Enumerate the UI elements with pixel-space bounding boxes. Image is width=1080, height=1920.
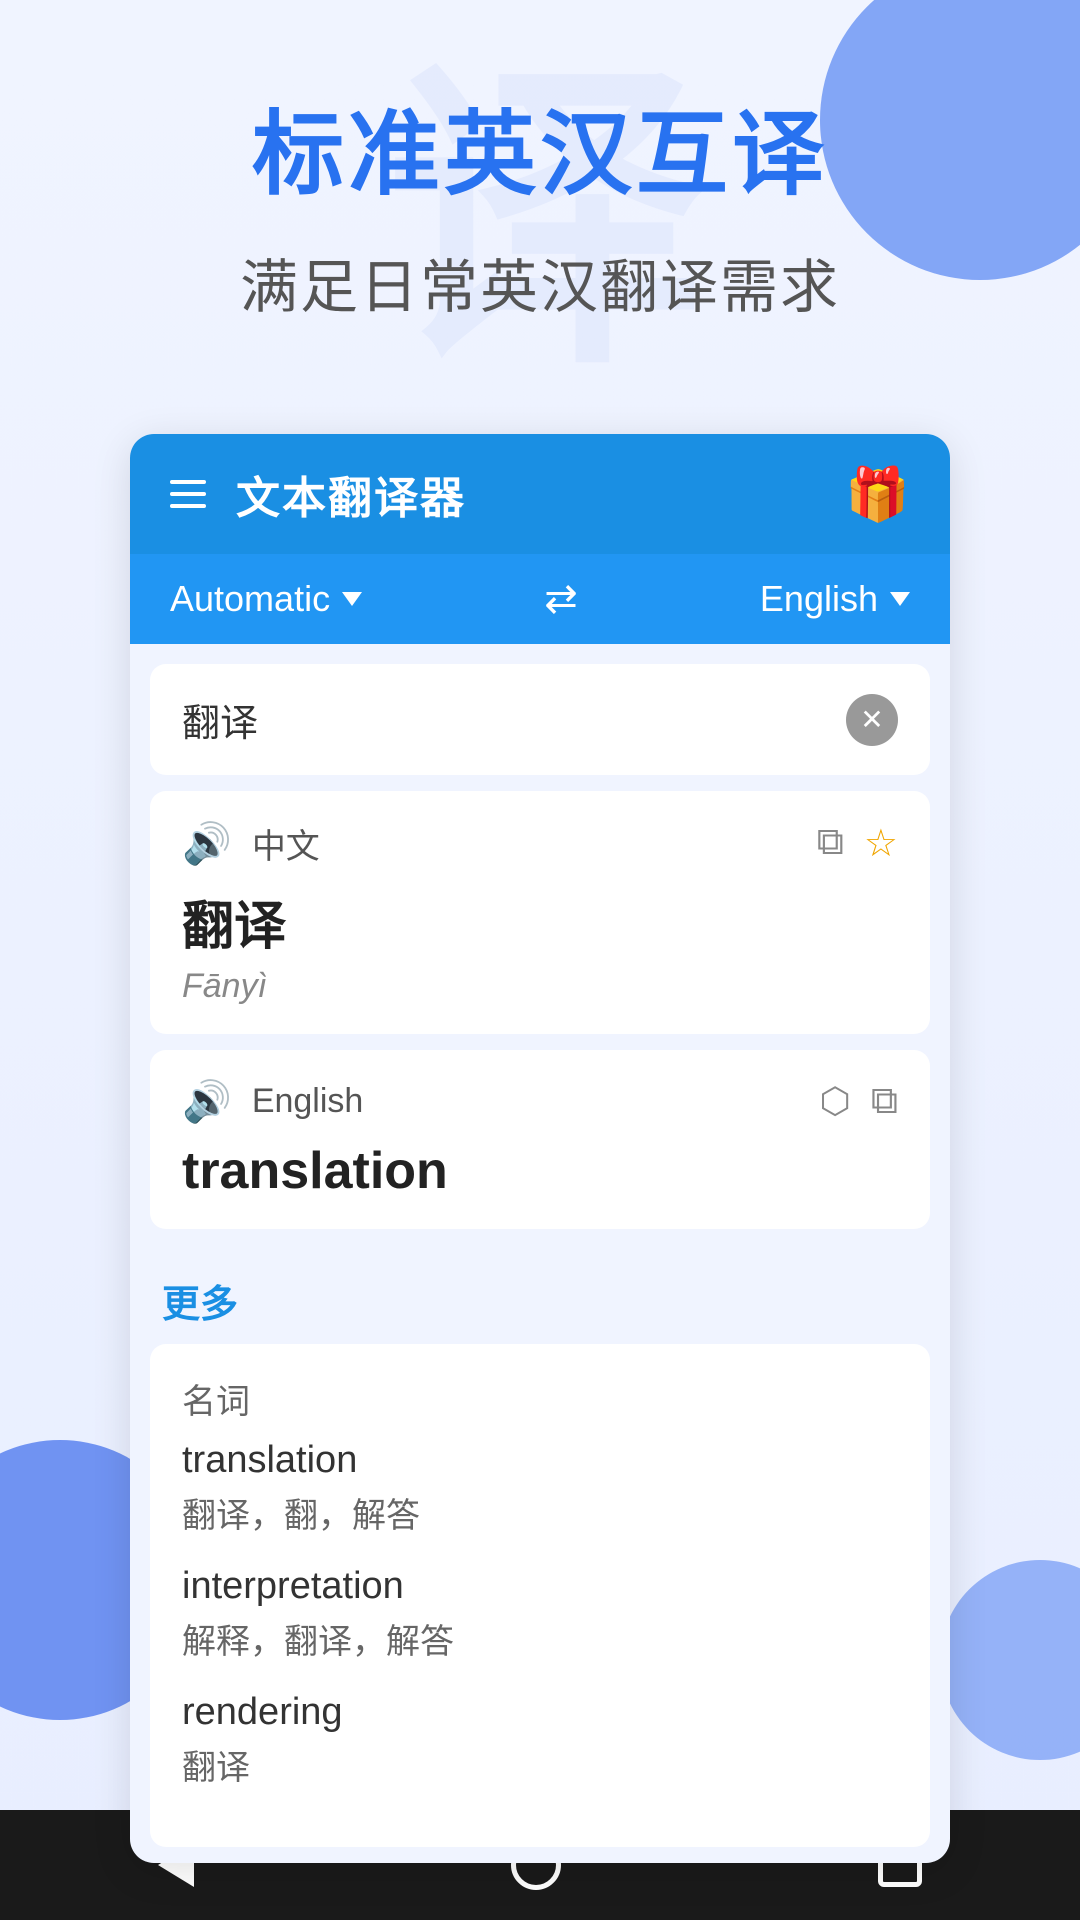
hero-subtitle: 满足日常英汉翻译需求	[60, 240, 1020, 324]
cards-area: 翻译 🔊 中文 ⧉ ☆ 翻译 Fānyì	[130, 644, 950, 1249]
english-speaker-icon[interactable]: 🔊	[182, 1078, 232, 1125]
english-result-word: translation	[182, 1141, 898, 1201]
swap-lang-button[interactable]: ⇄	[544, 576, 578, 622]
external-link-icon[interactable]: ⬡	[819, 1080, 850, 1123]
hero-section: 标准英汉互译 满足日常英汉翻译需求	[0, 0, 1080, 384]
chinese-speaker-icon[interactable]: 🔊	[182, 820, 232, 867]
more-card: 名词 translation 翻译，翻，解答 interpretation 解释…	[150, 1344, 930, 1847]
app-title: 文本翻译器	[236, 462, 466, 526]
more-section: 更多 名词 translation 翻译，翻，解答 interpretation…	[130, 1249, 950, 1863]
more-label: 更多	[150, 1265, 930, 1344]
lang-bar: Automatic ⇄ English	[130, 554, 950, 644]
target-lang-button[interactable]: English	[760, 578, 910, 620]
app-header: 文本翻译器 🎁	[130, 434, 950, 554]
menu-icon[interactable]	[170, 480, 206, 508]
chinese-action-icons: ⧉ ☆	[817, 821, 898, 866]
page-content: 标准英汉互译 满足日常英汉翻译需求 文本翻译器 🎁 Automatic ⇄ En…	[0, 0, 1080, 1920]
source-lang-dropdown-arrow	[342, 592, 362, 606]
english-result-card: 🔊 English ⬡ ⧉ translation	[150, 1050, 930, 1229]
english-action-icons: ⬡ ⧉	[819, 1080, 898, 1123]
input-text[interactable]: 翻译	[182, 692, 258, 747]
chinese-lang-left: 🔊 中文	[182, 819, 320, 868]
word-entry-2: interpretation 解释，翻译，解答	[182, 1565, 898, 1663]
word-en-2: interpretation	[182, 1565, 898, 1608]
source-lang-label: Automatic	[170, 578, 330, 620]
chinese-star-icon[interactable]: ☆	[864, 821, 898, 866]
english-lang-left: 🔊 English	[182, 1078, 363, 1125]
word-zh-1: 翻译，翻，解答	[182, 1488, 898, 1537]
word-en-3: rendering	[182, 1691, 898, 1734]
chinese-copy-icon[interactable]: ⧉	[817, 821, 844, 866]
word-zh-2: 解释，翻译，解答	[182, 1614, 898, 1663]
english-lang-label: English	[252, 1082, 364, 1121]
hero-title: 标准英汉互译	[60, 100, 1020, 210]
chinese-result-card: 🔊 中文 ⧉ ☆ 翻译 Fānyì	[150, 791, 930, 1034]
clear-button[interactable]	[846, 694, 898, 746]
chinese-result-pinyin: Fānyì	[182, 967, 898, 1006]
source-lang-button[interactable]: Automatic	[170, 578, 362, 620]
chinese-lang-label: 中文	[252, 819, 320, 868]
word-en-1: translation	[182, 1439, 898, 1482]
target-lang-dropdown-arrow	[890, 592, 910, 606]
word-entry-3: rendering 翻译	[182, 1691, 898, 1789]
chinese-result-word: 翻译	[182, 884, 898, 959]
chinese-result-header: 🔊 中文 ⧉ ☆	[182, 819, 898, 868]
header-left: 文本翻译器	[170, 462, 466, 526]
app-card: 文本翻译器 🎁 Automatic ⇄ English 翻译	[130, 434, 950, 1863]
word-zh-3: 翻译	[182, 1740, 898, 1789]
target-lang-label: English	[760, 578, 878, 620]
english-result-header: 🔊 English ⬡ ⧉	[182, 1078, 898, 1125]
gift-icon[interactable]: 🎁	[845, 464, 910, 525]
input-card: 翻译	[150, 664, 930, 775]
pos-label: 名词	[182, 1374, 898, 1423]
english-copy-icon[interactable]: ⧉	[871, 1080, 898, 1123]
word-entry-1: translation 翻译，翻，解答	[182, 1439, 898, 1537]
